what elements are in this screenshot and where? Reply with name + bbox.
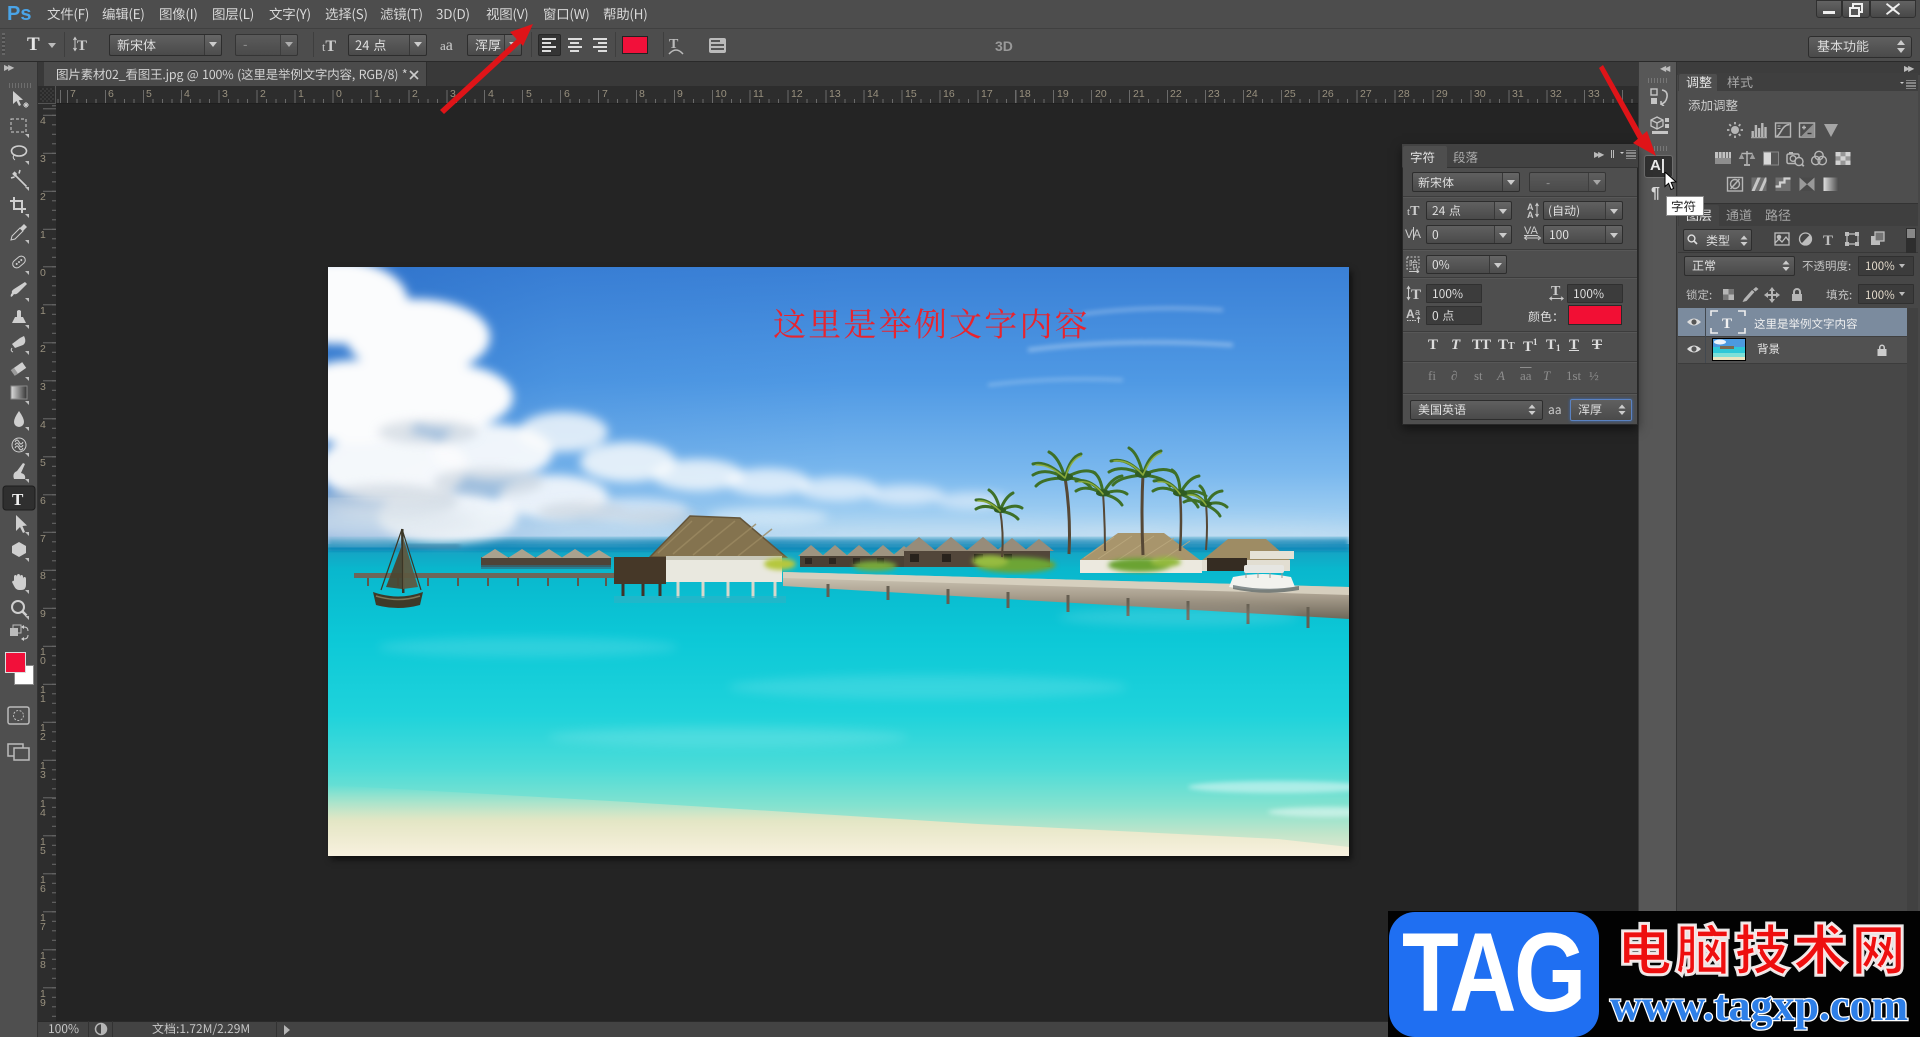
svg-text:T: T bbox=[1722, 316, 1732, 332]
svg-text:A: A bbox=[1406, 307, 1415, 321]
svg-text:T: T bbox=[1551, 284, 1561, 299]
svg-text:T: T bbox=[1411, 287, 1421, 302]
svg-text:T: T bbox=[12, 490, 24, 509]
svg-text:T: T bbox=[77, 38, 87, 54]
svg-text:V: V bbox=[1405, 227, 1413, 241]
svg-text:VA: VA bbox=[1524, 225, 1539, 237]
svg-text:哈: 哈 bbox=[1409, 258, 1418, 269]
svg-text:A: A bbox=[1413, 227, 1421, 241]
svg-text:a: a bbox=[1415, 307, 1420, 317]
svg-text:T: T bbox=[1823, 233, 1833, 247]
svg-text:A: A bbox=[1527, 210, 1534, 218]
svg-text:www.tagxp.com: www.tagxp.com bbox=[1610, 982, 1908, 1030]
